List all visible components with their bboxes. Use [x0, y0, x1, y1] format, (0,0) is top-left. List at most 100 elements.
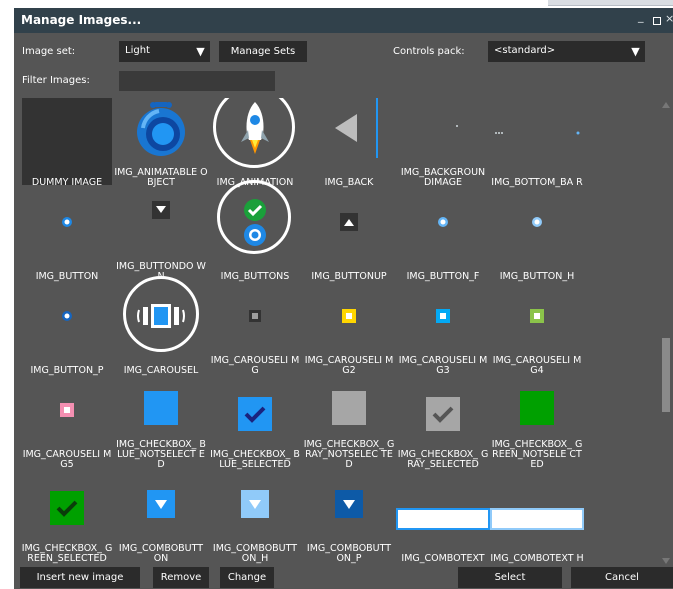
filter-images-input[interactable]	[119, 71, 275, 91]
button-down-icon	[152, 201, 170, 219]
button-pressed-icon	[62, 311, 72, 321]
image-tile[interactable]: IMG_BACK	[302, 98, 396, 192]
checkbox-green-empty-icon	[520, 391, 554, 425]
image-tile[interactable]: IMG_COMBOBUTT ON_P	[302, 474, 396, 568]
select-button[interactable]: Select	[458, 567, 562, 588]
image-tile[interactable]: IMG_CHECKBOX_ GREEN_NOTSELE CTED	[490, 380, 584, 474]
image-grid: DUMMY IMAGE IMG_ANIMATABLE OBJECT IMG_AN…	[20, 98, 660, 568]
image-name: IMG_BUTTON_H	[499, 271, 575, 282]
vertical-scrollbar[interactable]	[660, 98, 673, 568]
image-tile[interactable]: IMG_CHECKBOX_ GRAY_SELECTED	[396, 380, 490, 474]
image-tile[interactable]: IMG_COMBOTEXT	[396, 474, 490, 568]
image-tile[interactable]: IMG_COMBOBUTT ON_H	[208, 474, 302, 568]
image-tile[interactable]: IMG_CHECKBOX_ GRAY_NOTSELEC TED	[302, 380, 396, 474]
insert-new-image-button[interactable]: Insert new image	[20, 567, 140, 588]
controls-pack-dropdown[interactable]: <standard> ▼	[488, 41, 645, 62]
button-dot-icon	[62, 217, 72, 227]
image-tile[interactable]: IMG_BACKGROUN DIMAGE	[396, 98, 490, 192]
combo-text-field-hover-icon	[490, 508, 584, 530]
cancel-button[interactable]: Cancel	[571, 567, 673, 588]
minimize-button[interactable]: _	[638, 10, 644, 23]
image-name: IMG_COMBOBUTT ON_P	[306, 543, 392, 564]
image-name: IMG_BUTTON_F	[406, 271, 480, 282]
close-button[interactable]: ×	[665, 12, 673, 25]
checkbox-gray-empty-icon	[332, 391, 366, 425]
dialog-title: Manage Images...	[21, 13, 142, 27]
image-tile[interactable]: IMG_CHECKBOX_ BLUE_NOTSELECT ED	[114, 380, 208, 474]
remove-button[interactable]: Remove	[153, 567, 209, 588]
image-name: IMG_COMBOBUTT ON	[118, 543, 204, 564]
image-name: IMG_CAROUSELI MG4	[492, 355, 582, 376]
combo-text-field-icon	[396, 508, 490, 530]
checkbox-gray-checked-icon	[426, 397, 460, 431]
checkbox-blue-empty-icon	[144, 391, 178, 425]
image-name: IMG_BUTTON	[35, 271, 99, 282]
image-tile[interactable]: IMG_CHECKBOX_ GREEN_SELECTED	[20, 474, 114, 568]
image-tile[interactable]: IMG_CAROUSELI MG	[208, 286, 302, 380]
image-set-dropdown[interactable]: Light ▼	[119, 41, 210, 62]
image-tile[interactable]: IMG_BUTTONS	[208, 180, 302, 286]
back-arrow-icon	[335, 98, 378, 158]
rocket-icon	[241, 102, 269, 154]
change-button[interactable]: Change	[220, 567, 274, 588]
image-name: IMG_BUTTON_P	[30, 365, 104, 376]
background-window-sliver	[548, 0, 673, 6]
image-tile[interactable]: IMG_BUTTON_F	[396, 192, 490, 286]
button-focused-icon	[438, 217, 448, 227]
image-name: IMG_CHECKBOX_ BLUE_NOTSELECT ED	[116, 439, 206, 470]
manage-sets-button[interactable]: Manage Sets	[219, 41, 307, 62]
combo-button-icon	[147, 490, 175, 518]
filter-images-label: Filter Images:	[22, 75, 90, 86]
image-tile[interactable]: IMG_ANIMATABLE OBJECT	[114, 98, 208, 192]
carousel-green-square-icon	[530, 309, 544, 323]
chevron-down-icon[interactable]: ▼	[628, 43, 643, 60]
image-name: IMG_CHECKBOX_ GRAY_SELECTED	[397, 449, 489, 470]
controls-pack-label: Controls pack:	[393, 46, 465, 57]
image-tile[interactable]: IMG_CAROUSELI MG4	[490, 286, 584, 380]
scroll-down-icon[interactable]	[662, 558, 670, 564]
image-tile[interactable]: IMG_COMBOTEXT H	[490, 474, 584, 568]
image-tile[interactable]: IMG_CAROUSELI MG2	[302, 286, 396, 380]
title-bar[interactable]: Manage Images... _ ×	[14, 8, 673, 33]
carousel-blue-square-icon	[436, 309, 450, 323]
image-tile[interactable]: IMG_CAROUSELI MG3	[396, 286, 490, 380]
image-tile[interactable]: IMG_BUTTON_H	[490, 192, 584, 286]
image-tile[interactable]: IMG_BUTTONDO WN	[114, 192, 208, 286]
image-name: IMG_CAROUSELI MG2	[304, 355, 394, 376]
image-name: IMG_BUTTONUP	[311, 271, 387, 282]
button-up-icon	[340, 213, 358, 231]
image-tile[interactable]: IMG_CAROUSEL	[114, 276, 208, 380]
top-strip	[0, 0, 673, 8]
image-tile[interactable]: IMG_BUTTON_P	[20, 286, 114, 380]
checkbox-green-checked-icon	[50, 491, 84, 525]
image-tile[interactable]: IMG_CHECKBOX_ BLUE_SELECTED	[208, 380, 302, 474]
image-name: IMG_ANIMATABLE OBJECT	[114, 167, 208, 188]
image-name: IMG_CAROUSEL	[123, 365, 199, 376]
image-tile[interactable]: IMG_CAROUSELI MG5	[20, 380, 114, 474]
carousel-yellow-square-icon	[342, 309, 356, 323]
chevron-down-icon[interactable]: ▼	[193, 43, 208, 60]
image-tile[interactable]: IMG_BOTTOM_BA R	[490, 98, 584, 192]
image-tile[interactable]: IMG_BUTTONUP	[302, 192, 396, 286]
image-tile[interactable]: IMG_COMBOBUTT ON	[114, 474, 208, 568]
image-name: IMG_CHECKBOX_ GREEN_SELECTED	[21, 543, 113, 564]
carousel-pink-square-icon	[60, 403, 74, 417]
image-name: IMG_CAROUSELI MG3	[398, 355, 488, 376]
image-name: IMG_BUTTONS	[220, 271, 290, 282]
controls-pack-value: <standard>	[494, 45, 556, 56]
image-name: IMG_CHECKBOX_ BLUE_SELECTED	[210, 449, 300, 470]
blue-orb-icon	[137, 102, 185, 156]
image-name: IMG_CHECKBOX_ GRAY_NOTSELEC TED	[303, 439, 395, 470]
image-tile[interactable]: IMG_ANIMATION	[208, 98, 302, 192]
maximize-button[interactable]	[653, 17, 661, 25]
scroll-up-icon[interactable]	[662, 102, 670, 108]
image-name: IMG_COMBOTEXT H	[490, 553, 584, 564]
carousel-gray-square-icon	[249, 310, 261, 322]
image-tile[interactable]: IMG_BUTTON	[20, 192, 114, 286]
scrollbar-thumb[interactable]	[662, 338, 670, 412]
image-tile[interactable]: DUMMY IMAGE	[20, 98, 114, 192]
image-name: IMG_BACK	[324, 177, 374, 188]
image-set-value: Light	[125, 45, 150, 56]
dummy-image-icon	[22, 98, 112, 185]
image-name: IMG_CAROUSELI MG5	[22, 449, 112, 470]
